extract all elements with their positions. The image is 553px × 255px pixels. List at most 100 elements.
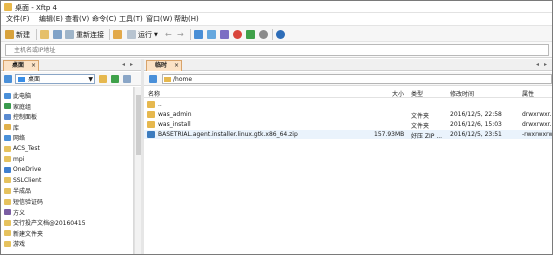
right-path-input[interactable]: /home [162,74,552,84]
folder-up-icon[interactable] [99,75,107,83]
col-modified[interactable]: 修改时间 [450,89,474,98]
tree-item[interactable]: 新建文件夹 [4,229,43,238]
left-tab-strip: 桌面 × ◂ ▸ [1,59,141,71]
tree-item[interactable]: ACS_Test [4,144,40,153]
properties-icon[interactable] [113,30,122,39]
file-row[interactable]: BASETRIAL.agent.installer.linux.gtk.x86_… [144,130,553,140]
close-icon[interactable]: × [31,61,36,71]
tab-temp[interactable]: 临时 × [146,60,182,71]
run-button[interactable]: 运行 ▼ [127,29,158,40]
close-icon[interactable]: × [174,61,179,71]
refresh-icon[interactable] [111,75,119,83]
disconnect-icon[interactable] [53,30,62,39]
tree-item-label: OneDrive [13,166,42,174]
cell-type: 好压 ZIP ... [411,133,443,140]
tree-item[interactable]: OneDrive [4,165,41,174]
menu-file[interactable]: 文件(F) [6,14,30,24]
folder-icon [147,101,155,108]
tree-item-label: 此电脑 [13,93,32,100]
tree-item-label: 控制面板 [13,114,38,122]
col-type[interactable]: 类型 [411,89,423,98]
left-path-combo[interactable]: 桌面 ▼ [15,74,95,84]
tree-item-label: SSLClient [13,176,42,184]
new-session-button[interactable]: 新建 [5,29,30,40]
address-bar [1,42,552,58]
pane-layout-icon[interactable] [4,75,12,83]
folder-icon [4,145,11,152]
tree-item[interactable]: 此电脑 [4,91,31,100]
folder-icon [4,209,11,216]
back-icon[interactable]: ← [165,29,172,40]
folder-icon [147,111,155,118]
folder-icon [4,134,11,141]
tree-item-label: 交行投产文档@20160415 [13,220,86,228]
tree-item[interactable]: 方义 [4,208,25,217]
file-row[interactable]: .. [144,100,552,109]
cell-name: was_admin [158,111,192,118]
menu-tools[interactable]: 工具(T) [119,14,143,24]
folder-icon [4,103,11,110]
tab-left-arrow-icon[interactable]: ◂ [122,61,125,68]
tree-item[interactable]: 半成品 [4,186,31,195]
cell-name: BASETRIAL.agent.installer.linux.gtk.x86_… [158,131,298,138]
tree-item[interactable]: mpi [4,155,24,164]
tab-right-arrow-icon[interactable]: ▸ [544,61,547,68]
tree-item[interactable]: 游戏 [4,239,25,248]
col-attr[interactable]: 属性 [522,89,534,98]
folder-tree: 此电脑家庭组控制面板库网络 ACS_Testmpi OneDrive SSLClien… [1,87,134,254]
reconnect-icon [65,30,74,39]
tree-item-label: 半成品 [13,188,32,196]
file-row[interactable]: was_install 文件夹 2016/12/6, 15:03 drwxrwxr..… [144,120,552,130]
folder-icon [4,240,11,247]
host-input[interactable] [6,45,548,55]
cell-name: was_install [158,121,191,128]
tree-item[interactable]: 库 [4,123,19,132]
cell-attr: drwxrwxr... [522,111,553,118]
folder-icon [18,77,25,82]
cell-name: .. [158,101,162,108]
cell-size: 157.93MB [374,131,405,138]
cell-attr: -rwxrwxrw... [522,131,553,138]
sync-icon[interactable] [194,30,203,39]
toolbar-separator [109,29,110,40]
menu-window[interactable]: 窗口(W) [146,14,172,24]
help-icon[interactable] [276,30,285,39]
menu-view[interactable]: 查看(V) [65,14,89,24]
file-row[interactable]: was_admin 文件夹 2016/12/5, 22:58 drwxrwxr... [144,110,553,120]
tab-left-arrow-icon[interactable]: ◂ [536,61,539,68]
tree-item[interactable]: 网络 [4,133,25,142]
tab-desktop[interactable]: 桌面 × [3,60,39,71]
cell-modified: 2016/12/5, 22:58 [450,111,502,118]
cell-modified: 2016/12/6, 15:03 [450,121,502,128]
host-input-box [5,44,549,56]
transfer-icon[interactable] [207,30,216,39]
menu-edit[interactable]: 编辑(E) [39,14,63,24]
reconnect-button[interactable]: 重新连接 [65,29,104,40]
tree-item[interactable]: 控制面板 [4,112,37,121]
tree-item[interactable]: 交行投产文档@20160415 [4,218,86,227]
stop-icon[interactable] [233,30,242,39]
tree-item-label: 库 [13,124,20,132]
folder-icon [4,230,11,237]
menu-help[interactable]: 帮助(H) [174,14,199,24]
tree-item[interactable]: SSLClient [4,176,41,185]
pane-layout-icon[interactable] [149,75,157,83]
tree-item-label: 家庭组 [13,103,32,111]
tree-item[interactable]: 短信验证码 [4,197,43,206]
forward-icon[interactable]: → [177,29,184,40]
chevron-down-icon: ▼ [154,31,158,38]
folder-icon [4,156,11,163]
menu-command[interactable]: 命令(C) [92,14,116,24]
tree-item[interactable]: 家庭组 [4,102,31,111]
folder-open-icon[interactable] [40,30,49,39]
run-icon [127,30,136,39]
tab-right-arrow-icon[interactable]: ▸ [130,61,133,68]
left-scrollbar[interactable] [134,87,141,254]
col-name[interactable]: 名称 [148,89,160,98]
settings-icon[interactable] [259,30,268,39]
left-path-bar: 桌面 ▼ [1,72,141,86]
col-size[interactable]: 大小 [392,89,404,98]
refresh-icon[interactable] [246,30,255,39]
view-icon[interactable] [123,75,131,83]
queue-icon[interactable] [220,30,229,39]
